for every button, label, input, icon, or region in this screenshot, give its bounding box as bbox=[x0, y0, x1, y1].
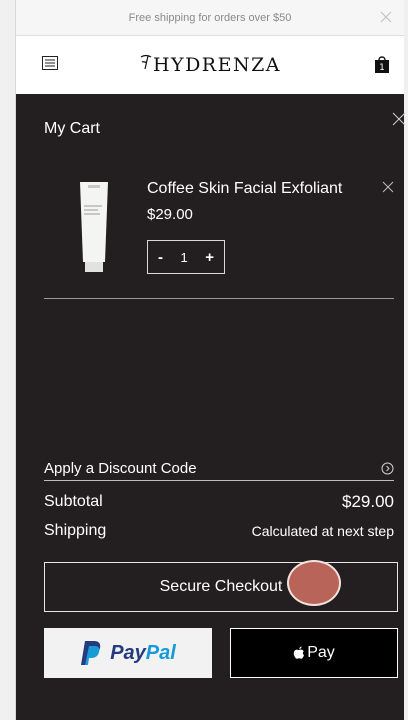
product-price: $29.00 bbox=[147, 206, 193, 223]
shipping-label: Shipping bbox=[44, 522, 107, 539]
apple-logo-icon bbox=[293, 646, 305, 659]
paypal-label-pay: Pay bbox=[110, 641, 146, 664]
shipping-value: Calculated at next step bbox=[251, 523, 394, 539]
discount-code-toggle[interactable]: Apply a Discount Code bbox=[44, 456, 394, 481]
subtotal-value: $29.00 bbox=[342, 492, 394, 511]
divider bbox=[44, 298, 394, 299]
quantity-value[interactable]: 1 bbox=[181, 250, 188, 265]
cart-title: My Cart bbox=[44, 120, 100, 137]
product-name[interactable]: Coffee Skin Facial Exfoliant bbox=[147, 180, 342, 198]
close-icon[interactable] bbox=[382, 181, 394, 193]
browser-frame-left bbox=[0, 0, 16, 720]
paypal-logo-icon bbox=[81, 641, 101, 665]
promo-bar: Free shipping for orders over $50 bbox=[16, 0, 404, 36]
discount-code-label: Apply a Discount Code bbox=[44, 459, 197, 477]
subtotal-label: Subtotal bbox=[44, 493, 103, 510]
logo-mark-icon bbox=[140, 54, 152, 70]
site-header: HYDRENZA 1 bbox=[16, 36, 404, 94]
close-icon[interactable] bbox=[392, 112, 406, 126]
mobile-viewport: Free shipping for orders over $50 HYDREN… bbox=[16, 0, 406, 720]
increment-button[interactable]: + bbox=[205, 249, 214, 266]
product-image[interactable] bbox=[78, 180, 110, 274]
menu-icon[interactable] bbox=[42, 56, 58, 70]
chevron-right-circle-icon bbox=[381, 462, 394, 474]
shopping-bag-icon[interactable]: 1 bbox=[374, 54, 390, 74]
apple-pay-label: Pay bbox=[307, 644, 335, 661]
close-icon[interactable] bbox=[378, 9, 394, 25]
paypal-label-pal: Pal bbox=[145, 641, 176, 664]
browser-frame-right bbox=[404, 0, 408, 720]
quantity-stepper: - 1 + bbox=[147, 240, 225, 274]
cart-drawer: My Cart Coffee Skin Facial Exfoliant $29… bbox=[16, 94, 406, 720]
decrement-button[interactable]: - bbox=[158, 249, 163, 266]
paypal-button[interactable]: PayPal bbox=[44, 628, 212, 678]
apple-pay-button[interactable]: Pay bbox=[230, 628, 398, 678]
shipping-row: Shipping Calculated at next step bbox=[44, 522, 394, 540]
secure-checkout-button[interactable]: Secure Checkout bbox=[44, 562, 398, 612]
touch-indicator bbox=[287, 560, 341, 606]
promo-text: Free shipping for orders over $50 bbox=[128, 11, 292, 24]
brand-logo[interactable]: HYDRENZA bbox=[139, 54, 281, 76]
secure-checkout-label: Secure Checkout bbox=[159, 578, 283, 595]
subtotal-row: Subtotal $29.00 bbox=[44, 492, 394, 512]
bag-count: 1 bbox=[379, 63, 385, 73]
brand-name: HYDRENZA bbox=[152, 54, 282, 76]
